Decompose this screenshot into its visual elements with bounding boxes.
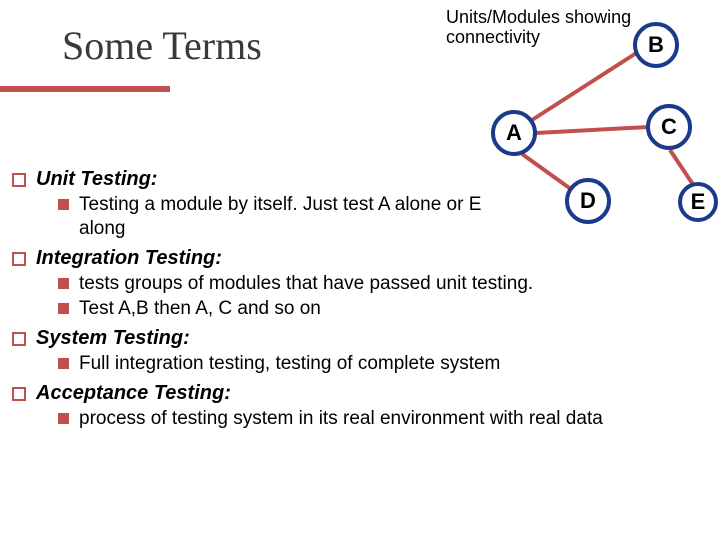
graph-node-c: C [646,104,692,150]
list-heading: Integration Testing: [36,247,222,270]
list-subitem: Full integration testing, testing of com… [58,352,708,376]
list-subitem: Testing a module by itself. Just test A … [58,193,488,241]
content-list: Unit Testing: Testing a module by itself… [12,162,708,433]
list-subtext: tests groups of modules that have passed… [79,272,533,296]
list-subtext: Testing a module by itself. Just test A … [79,193,488,241]
list-heading: System Testing: [36,327,190,350]
square-solid-icon [58,303,69,314]
slide: Some Terms Units/Modules showing connect… [0,0,720,540]
graph-node-a: A [491,110,537,156]
square-solid-icon [58,199,69,210]
square-outline-icon [12,173,26,187]
list-item: System Testing: [12,327,708,350]
list-subtext: Test A,B then A, C and so on [79,297,321,321]
square-solid-icon [58,358,69,369]
list-subitem: tests groups of modules that have passed… [58,272,708,296]
list-heading: Unit Testing: [36,168,157,191]
square-outline-icon [12,332,26,346]
square-outline-icon [12,387,26,401]
square-solid-icon [58,278,69,289]
list-subtext: process of testing system in its real en… [79,407,603,431]
list-item: Unit Testing: [12,168,708,191]
square-solid-icon [58,413,69,424]
list-subtext: Full integration testing, testing of com… [79,352,500,376]
list-heading: Acceptance Testing: [36,382,231,405]
list-item: Acceptance Testing: [12,382,708,405]
graph-node-b: B [633,22,679,68]
square-outline-icon [12,252,26,266]
list-subitem: Test A,B then A, C and so on [58,297,708,321]
list-subitem: process of testing system in its real en… [58,407,668,431]
list-item: Integration Testing: [12,247,708,270]
